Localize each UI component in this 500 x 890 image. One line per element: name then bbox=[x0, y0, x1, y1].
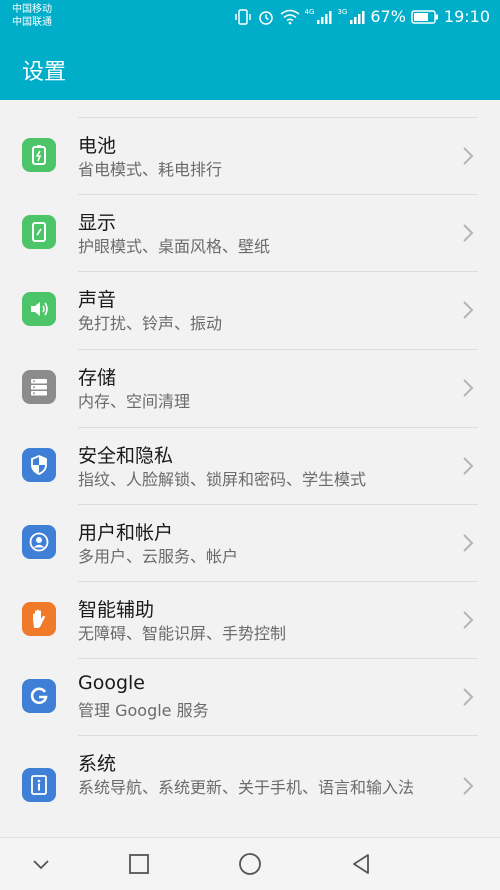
settings-item-title: 显示 bbox=[78, 212, 117, 234]
carrier-2: 中国联通 bbox=[12, 17, 52, 28]
settings-item-sound[interactable]: 声音 免打扰、铃声、振动 bbox=[0, 272, 500, 349]
settings-item-subtitle: 省电模式、耗电排行 bbox=[78, 160, 223, 179]
back-icon[interactable] bbox=[348, 851, 374, 877]
chevron-right-icon bbox=[463, 301, 474, 319]
chevron-right-icon bbox=[463, 777, 474, 795]
chevron-right-icon bbox=[463, 147, 474, 165]
chevron-right-icon bbox=[463, 457, 474, 475]
home-icon[interactable] bbox=[237, 851, 263, 877]
carrier-info: 中国移动 中国联通 bbox=[12, 3, 52, 29]
settings-item-users-accounts[interactable]: 用户和帐户 多用户、云服务、帐户 bbox=[0, 505, 500, 582]
hand-icon bbox=[22, 602, 56, 636]
signal-icon bbox=[316, 9, 332, 25]
battery-icon bbox=[411, 9, 439, 24]
navigation-bar bbox=[0, 837, 500, 890]
battery-percent: 67% bbox=[370, 7, 406, 26]
system-info-icon bbox=[22, 768, 56, 802]
settings-item-google[interactable]: Google 管理 Google 服务 bbox=[0, 659, 500, 735]
settings-item-subtitle: 免打扰、铃声、振动 bbox=[78, 314, 223, 333]
settings-item-subtitle: 内存、空间清理 bbox=[78, 392, 191, 411]
chevron-right-icon bbox=[463, 224, 474, 242]
settings-item-subtitle: 指纹、人脸解锁、锁屏和密码、学生模式 bbox=[78, 470, 367, 489]
settings-item-subtitle: 管理 Google 服务 bbox=[78, 701, 209, 720]
settings-list[interactable]: 电池 省电模式、耗电排行 显示 护眼模式、桌面风格、壁纸 声音 免打扰、铃声、振… bbox=[0, 100, 500, 837]
settings-item-system[interactable]: 系统 系统导航、系统更新、关于手机、语言和输入法 bbox=[0, 736, 500, 836]
app-bar: 设置 bbox=[0, 36, 500, 100]
settings-item-title: 安全和隐私 bbox=[78, 445, 174, 467]
chevron-right-icon bbox=[463, 534, 474, 552]
collapse-icon[interactable] bbox=[28, 851, 54, 877]
page-title: 设置 bbox=[22, 60, 67, 85]
display-icon bbox=[22, 215, 56, 249]
wifi-icon bbox=[280, 9, 300, 25]
user-icon bbox=[22, 525, 56, 559]
vibrate-icon bbox=[234, 8, 252, 26]
storage-icon bbox=[22, 370, 56, 404]
chevron-right-icon bbox=[463, 379, 474, 397]
settings-item-battery[interactable]: 电池 省电模式、耗电排行 bbox=[0, 118, 500, 194]
settings-item-title: 电池 bbox=[78, 135, 117, 157]
settings-item-subtitle: 系统导航、系统更新、关于手机、语言和输入法 bbox=[78, 778, 415, 797]
settings-item-title: 存储 bbox=[78, 367, 117, 389]
alarm-icon bbox=[257, 8, 275, 26]
settings-item-title: 用户和帐户 bbox=[78, 522, 174, 544]
signal-1-label: 4G bbox=[304, 8, 315, 16]
chevron-right-icon bbox=[463, 688, 474, 706]
settings-item-storage[interactable]: 存储 内存、空间清理 bbox=[0, 350, 500, 427]
settings-item-subtitle: 多用户、云服务、帐户 bbox=[78, 547, 239, 566]
carrier-1: 中国移动 bbox=[12, 4, 52, 15]
speaker-icon bbox=[22, 292, 56, 326]
settings-item-smart-assistance[interactable]: 智能辅助 无障碍、智能识屏、手势控制 bbox=[0, 582, 500, 659]
shield-icon bbox=[22, 448, 56, 482]
settings-item-subtitle: 无障碍、智能识屏、手势控制 bbox=[78, 624, 287, 643]
chevron-right-icon bbox=[463, 611, 474, 629]
signal-2-label: 3G bbox=[337, 8, 348, 16]
settings-item-security[interactable]: 安全和隐私 指纹、人脸解锁、锁屏和密码、学生模式 bbox=[0, 428, 500, 505]
settings-item-title: 声音 bbox=[78, 289, 117, 311]
signal-icon bbox=[349, 9, 365, 25]
status-bar: 中国移动 中国联通 4G 3G 67% 19:10 bbox=[0, 0, 500, 36]
settings-item-title: Google bbox=[78, 672, 146, 694]
clock: 19:10 bbox=[443, 7, 490, 26]
settings-item-subtitle: 护眼模式、桌面风格、壁纸 bbox=[78, 237, 271, 256]
recents-icon[interactable] bbox=[126, 851, 152, 877]
status-icons: 4G 3G 67% 19:10 bbox=[234, 7, 490, 26]
settings-item-display[interactable]: 显示 护眼模式、桌面风格、壁纸 bbox=[0, 195, 500, 271]
settings-item-title: 智能辅助 bbox=[78, 599, 155, 621]
battery-icon bbox=[22, 138, 56, 172]
settings-item-title: 系统 bbox=[78, 753, 117, 775]
google-icon bbox=[22, 679, 56, 713]
